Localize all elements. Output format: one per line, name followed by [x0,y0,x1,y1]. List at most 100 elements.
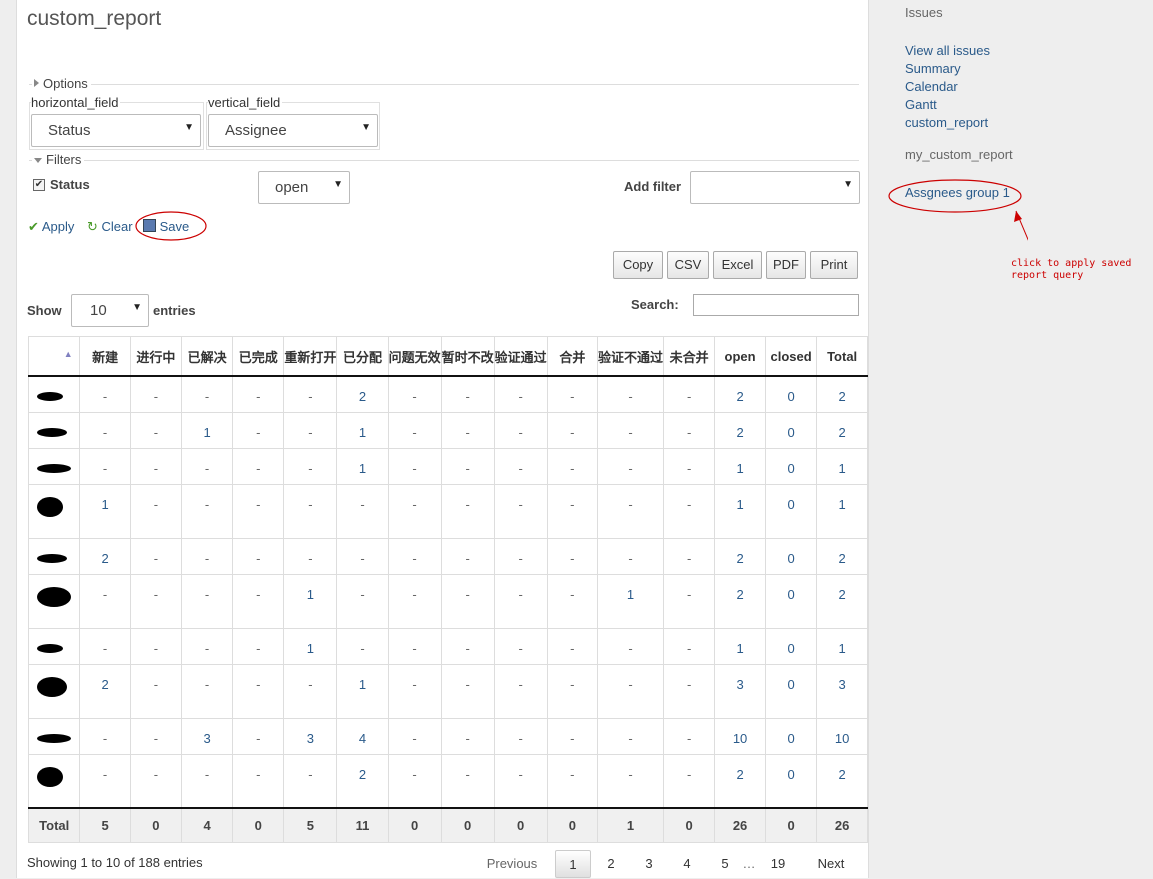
column-header[interactable]: 暂时不改 [440,336,495,377]
table-cell[interactable]: 3 [714,663,766,719]
saved-queries-title: my_custom_report [905,147,1013,162]
column-header[interactable]: 进行中 [129,336,182,377]
table-cell[interactable]: 2 [816,537,868,575]
column-header[interactable]: 问题无效 [387,336,442,377]
table-cell[interactable]: 1 [180,411,234,449]
table-cell[interactable]: 1 [596,573,665,629]
entries-select[interactable]: 10 ▼ [71,294,149,327]
table-cell[interactable]: 2 [79,537,131,575]
page-button-2[interactable]: 2 [595,850,627,878]
table-cell[interactable]: 3 [180,717,234,755]
column-header[interactable]: 新建 [79,336,131,377]
table-cell[interactable]: 0 [764,753,818,809]
table-cell[interactable]: 2 [816,753,868,809]
table-cell[interactable]: 1 [336,447,389,485]
table-cell[interactable]: 1 [714,447,766,485]
filters-label: Filters [46,152,82,167]
column-header[interactable]: 验证不通过 [596,336,665,377]
column-header[interactable]: closed [764,336,818,377]
page-button-5[interactable]: 5 [709,850,741,878]
table-cell[interactable]: 1 [816,483,868,539]
sidebar-link-calendar[interactable]: Calendar [905,79,958,94]
table-cell[interactable]: 1 [283,627,338,665]
table-cell[interactable]: 0 [764,537,818,575]
table-header-row: ▲ 新建 进行中 已解决 已完成 重新打开 已分配 问题无效 暂时不改 验证通过 合并 验证不通过 未合… [27,336,868,377]
table-cell[interactable]: 0 [764,375,818,413]
table-cell[interactable]: 2 [714,537,766,575]
apply-link[interactable]: ✔ Apply [28,219,74,235]
add-filter-select[interactable]: ▼ [690,171,860,204]
column-header[interactable]: 验证通过 [493,336,548,377]
table-cell[interactable]: 3 [816,663,868,719]
table-cell[interactable]: 1 [714,483,766,539]
sidebar-link-view-all-issues[interactable]: View all issues [905,43,990,58]
table-cell[interactable]: 2 [714,753,766,809]
table-cell[interactable]: 4 [336,717,389,755]
table-cell[interactable]: 0 [764,447,818,485]
column-header[interactable]: 重新打开 [283,336,338,377]
column-header[interactable]: 已完成 [232,336,285,377]
page-button-1[interactable]: 1 [555,850,591,878]
table-cell[interactable]: 0 [764,717,818,755]
table-cell[interactable]: 2 [714,411,766,449]
table-cell[interactable]: 2 [816,411,868,449]
column-header[interactable]: 未合并 [663,336,716,377]
table-cell[interactable]: 2 [816,375,868,413]
page-button-4[interactable]: 4 [671,850,703,878]
search-label: Search: [631,297,679,312]
page-button-3[interactable]: 3 [633,850,665,878]
table-cell[interactable]: 2 [714,375,766,413]
table-cell[interactable]: 2 [336,375,389,413]
page-button-19[interactable]: 19 [761,850,795,878]
status-filter-checkbox[interactable]: ✔ [33,179,45,191]
column-header[interactable]: 合并 [546,336,599,377]
column-header[interactable]: 已分配 [336,336,389,377]
table-cell[interactable]: 10 [714,717,766,755]
copy-button[interactable]: Copy [613,251,663,279]
table-cell[interactable]: 2 [816,573,868,629]
table-cell[interactable]: 0 [764,411,818,449]
table-cell[interactable]: 2 [336,753,389,809]
table-cell[interactable]: 1 [336,411,389,449]
column-header[interactable]: 已解决 [180,336,234,377]
table-cell[interactable]: 0 [764,573,818,629]
table-cell[interactable]: 10 [816,717,868,755]
table-cell[interactable]: 2 [79,663,131,719]
status-operator-select[interactable]: open ▼ [258,171,350,204]
column-header[interactable]: open [714,336,766,377]
column-header[interactable]: Total [816,336,868,377]
table-cell[interactable]: 0 [764,663,818,719]
sidebar-link-summary[interactable]: Summary [905,61,961,76]
table-cell[interactable]: 0 [764,483,818,539]
print-button[interactable]: Print [810,251,858,279]
csv-button[interactable]: CSV [667,251,709,279]
table-row: 2----1------303 [27,663,868,719]
table-cell[interactable]: 1 [336,663,389,719]
sidebar-link-custom-report[interactable]: custom_report [905,115,988,130]
search-input[interactable] [693,294,859,316]
table-cell: - [129,411,182,449]
table-cell[interactable]: 1 [283,573,338,629]
table-cell[interactable]: 1 [79,483,131,539]
filters-toggle[interactable]: Filters [32,152,85,167]
table-cell[interactable]: 0 [764,627,818,665]
assignee-column-header[interactable]: ▲ [27,336,81,377]
sort-ascending-icon: ▲ [63,348,73,359]
options-toggle[interactable]: Options [32,76,91,91]
previous-button[interactable]: Previous [477,850,547,878]
sidebar-link-gantt[interactable]: Gantt [905,97,937,112]
table-cell: - [493,483,548,539]
pdf-button[interactable]: PDF [766,251,806,279]
table-cell[interactable]: 1 [714,627,766,665]
clear-link[interactable]: ↻ Clear [87,219,133,235]
table-cell[interactable]: 1 [816,447,868,485]
horizontal-field-select[interactable]: Status ▼ [31,114,201,147]
next-button[interactable]: Next [807,850,855,878]
excel-button[interactable]: Excel [713,251,762,279]
vertical-field-select[interactable]: Assignee ▼ [208,114,378,147]
table-cell[interactable]: 3 [283,717,338,755]
table-cell[interactable]: 2 [714,573,766,629]
table-cell[interactable]: 1 [816,627,868,665]
table-cell: - [663,627,716,665]
table-cell: - [387,375,442,413]
